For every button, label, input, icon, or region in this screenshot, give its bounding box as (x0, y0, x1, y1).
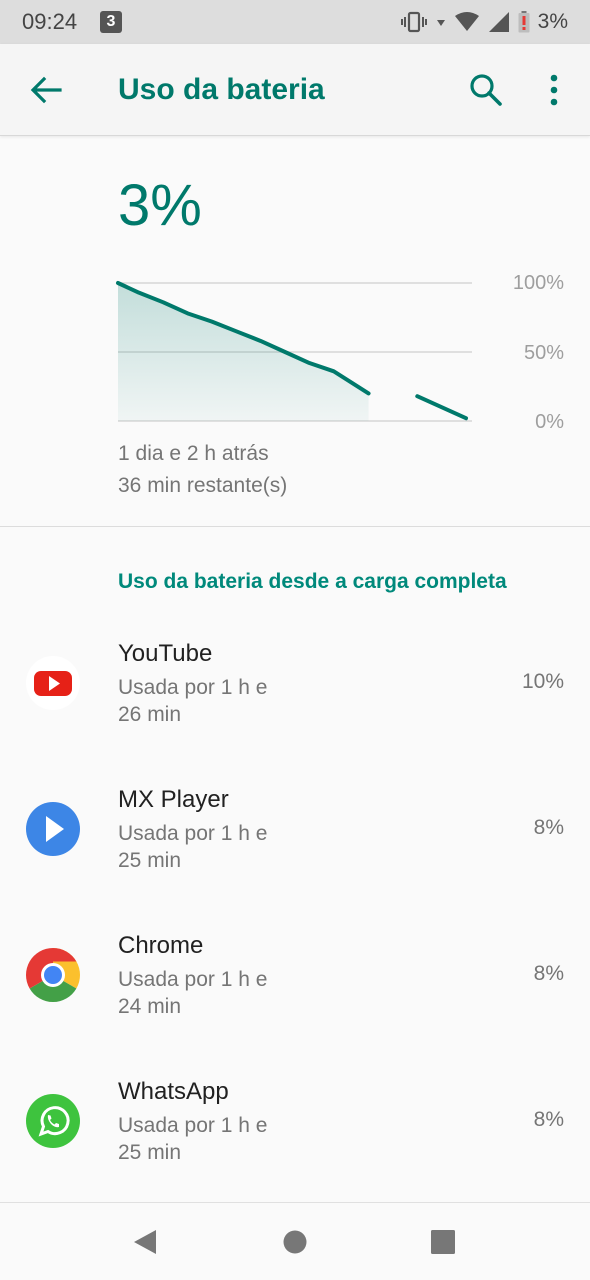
app-usage-line: 24 min (118, 995, 182, 1018)
app-name: MX Player (118, 786, 229, 813)
back-arrow-icon[interactable] (28, 72, 64, 108)
signal-icon (488, 12, 509, 32)
search-icon[interactable] (466, 70, 506, 110)
app-name: Chrome (118, 932, 204, 959)
battery-chart: 100% 50% 0% (110, 270, 580, 440)
app-usage: Usada por 1 h e 24 min (118, 966, 418, 1020)
y-tick-label: 100% (512, 272, 564, 294)
remaining-time-text: 36 min restante(s) (118, 474, 288, 497)
notification-badge-icon: 3 (100, 11, 122, 33)
battery-projection-line (415, 394, 468, 421)
whatsapp-icon (26, 1094, 80, 1148)
section-title: Uso da bateria desde a carga completa (118, 570, 507, 593)
app-name: YouTube (118, 640, 213, 667)
navigation-bar (0, 1202, 590, 1280)
app-bar: Uso da bateria (0, 44, 590, 136)
chrome-icon (26, 948, 80, 1002)
app-usage-line: Usada por 1 h e (118, 1114, 268, 1137)
youtube-icon (26, 656, 80, 710)
divider (0, 526, 590, 527)
time-ago-text: 1 dia e 2 h atrás (118, 442, 269, 465)
vibrate-icon (400, 11, 427, 33)
app-percent: 8% (533, 816, 564, 839)
recents-square-icon[interactable] (428, 1227, 458, 1257)
app-usage: Usada por 1 h e 25 min (118, 1112, 418, 1166)
app-usage-line: 25 min (118, 1141, 182, 1164)
status-bar: 09:24 3 3% (0, 0, 590, 44)
app-usage-line: Usada por 1 h e (118, 968, 268, 991)
y-tick-label: 50% (523, 342, 564, 364)
app-usage: Usada por 1 h e 25 min (118, 820, 418, 874)
app-usage-line: 26 min (118, 703, 182, 726)
page-title: Uso da bateria (118, 73, 325, 106)
app-row-mx-player[interactable]: MX Player Usada por 1 h e 25 min 8% (0, 786, 590, 932)
mx-player-icon (26, 802, 80, 856)
wifi-icon (454, 12, 479, 31)
back-triangle-icon[interactable] (130, 1227, 160, 1257)
app-row-chrome[interactable]: Chrome Usada por 1 h e 24 min 8% (0, 932, 590, 1078)
app-usage-line: 25 min (118, 849, 182, 872)
battery-low-icon (518, 11, 530, 33)
app-usage-line: Usada por 1 h e (118, 676, 268, 699)
app-percent: 8% (533, 1108, 564, 1131)
more-vert-icon[interactable] (538, 70, 570, 110)
app-row-youtube[interactable]: YouTube Usada por 1 h e 26 min 10% (0, 640, 590, 786)
app-usage: Usada por 1 h e 26 min (118, 674, 418, 728)
status-time: 09:24 (22, 9, 78, 34)
app-name: WhatsApp (118, 1078, 229, 1105)
battery-percent-text: 3% (537, 10, 568, 33)
status-icons: 3% (400, 9, 568, 35)
app-usage-line: Usada por 1 h e (118, 822, 268, 845)
data-arrow-icon (436, 20, 445, 26)
app-percent: 10% (521, 670, 564, 693)
home-circle-icon[interactable] (280, 1227, 310, 1257)
battery-level: 3% (118, 173, 202, 238)
app-percent: 8% (533, 962, 564, 985)
y-tick-label: 0% (535, 411, 564, 433)
